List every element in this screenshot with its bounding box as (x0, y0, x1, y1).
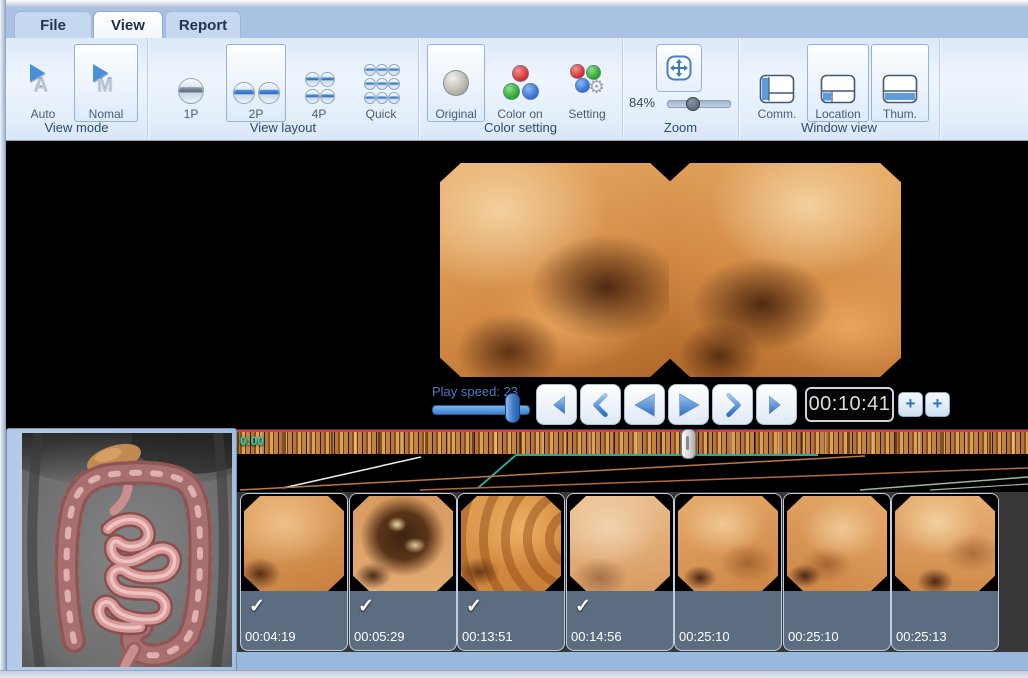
skip-end-button[interactable] (756, 384, 797, 425)
group-window-view: Comm. Location Thum. Window vi (739, 38, 940, 138)
timeline-bar[interactable]: 0:00 (237, 429, 1028, 455)
group-view-mode: A Auto M Nomal View mode (6, 38, 148, 138)
group-label-window-view: Window view (739, 120, 939, 135)
group-color-setting: Original Color on ⚙ Setting Col (419, 38, 623, 138)
thumbnail-image (244, 496, 344, 591)
check-icon: ✓ (249, 595, 265, 618)
thumbnail-card[interactable]: 00:25:10 (783, 493, 891, 651)
tab-report[interactable]: Report (165, 11, 241, 38)
comment-window-button[interactable]: Comm. (749, 44, 805, 122)
quick-view-icon (364, 64, 398, 104)
location-window-icon (820, 74, 856, 104)
tab-view[interactable]: View (93, 11, 163, 41)
thumbnail-card[interactable]: ✓ 00:13:51 (457, 493, 565, 651)
original-color-icon (436, 64, 476, 104)
group-label-view-mode: View mode (6, 120, 147, 135)
check-icon: ✓ (466, 595, 482, 618)
ribbon: A Auto M Nomal View mode 1P (6, 38, 1028, 141)
original-color-button[interactable]: Original (427, 44, 485, 122)
zoom-slider-handle[interactable] (686, 97, 700, 111)
zoom-percent: 84% (629, 95, 655, 110)
thumbnail-image (895, 496, 995, 591)
check-icon: ✓ (575, 595, 591, 618)
thumbnail-timestamp: 00:25:13 (896, 629, 947, 644)
location-window-button[interactable]: Location (807, 44, 869, 122)
bottom-strip (237, 652, 1028, 670)
color-setting-button[interactable]: ⚙ Setting (557, 44, 617, 122)
nomal-mode-button[interactable]: M Nomal (74, 44, 138, 122)
auto-play-icon: A (26, 64, 60, 104)
zoom-in-button-2[interactable]: + (925, 392, 950, 417)
play-speed-handle[interactable] (505, 393, 520, 423)
group-label-view-layout: View layout (148, 120, 418, 135)
step-forward-button[interactable] (712, 384, 753, 425)
thumbnail-card[interactable]: ✓ 00:05:29 (349, 493, 457, 651)
comment-window-icon (759, 74, 795, 104)
thumbnail-image (787, 496, 887, 591)
one-pane-icon (178, 78, 204, 104)
thumbnail-card[interactable]: 00:25:10 (674, 493, 782, 651)
tab-file[interactable]: File (14, 11, 92, 38)
window-frame-bottom (0, 670, 1028, 678)
thumbnail-image (678, 496, 778, 591)
play-backward-icon (631, 391, 659, 419)
thumbnail-timestamp: 00:25:10 (679, 629, 730, 644)
play-forward-icon (675, 391, 703, 419)
fit-zoom-button[interactable] (656, 44, 702, 92)
group-label-color-setting: Color setting (419, 120, 622, 135)
thumbnail-timestamp: 00:14:56 (571, 629, 622, 644)
skip-end-icon (764, 392, 790, 418)
thumbnail-card[interactable]: 00:25:13 (891, 493, 999, 651)
manual-play-icon: M (89, 64, 123, 104)
window-frame-left (0, 0, 6, 678)
skip-start-icon (544, 392, 570, 418)
color-on-icon (500, 64, 540, 104)
timeline-start-label: 0:00 (240, 434, 264, 448)
color-setting-icon: ⚙ (565, 64, 609, 104)
group-zoom: 84% Zoom (623, 38, 739, 138)
layout-quick-button[interactable]: Quick (350, 44, 412, 122)
group-label-zoom: Zoom (623, 120, 738, 135)
layout-2p-button[interactable]: 2P (226, 44, 286, 122)
thumbnail-timestamp: 00:04:19 (245, 629, 296, 644)
layout-4p-button[interactable]: 4P (292, 44, 346, 122)
four-pane-icon (305, 72, 333, 104)
progress-graph (237, 454, 1028, 492)
thumbnail-window-button[interactable]: Thum. (871, 44, 929, 122)
expand-arrows-icon (665, 54, 693, 82)
app-window: File View Report A Auto M Nomal View mod… (0, 0, 1028, 678)
chevron-left-icon (588, 392, 614, 418)
layout-1p-button[interactable]: 1P (164, 44, 218, 122)
group-view-layout: 1P 2P 4P (148, 38, 419, 138)
play-backward-button[interactable] (624, 384, 665, 425)
thumbnail-timestamp: 00:25:10 (788, 629, 839, 644)
check-icon: ✓ (358, 595, 374, 618)
step-back-button[interactable] (580, 384, 621, 425)
thumbnail-card[interactable]: ✓ 00:14:56 (566, 493, 674, 651)
thumbnail-timestamp: 00:13:51 (462, 629, 513, 644)
color-on-button[interactable]: Color on (487, 44, 553, 122)
ribbon-tab-bar: File View Report (6, 8, 1028, 38)
chevron-right-icon (720, 392, 746, 418)
thumbnail-image (570, 496, 670, 591)
play-forward-button[interactable] (668, 384, 709, 425)
thumbnail-card[interactable]: ✓ 00:04:19 (240, 493, 348, 651)
progress-graph-lines (237, 454, 1028, 492)
title-bar (0, 0, 1028, 8)
thumbnail-window-icon (882, 74, 918, 104)
timeline-position-marker[interactable] (681, 429, 696, 459)
skip-start-button[interactable] (536, 384, 577, 425)
two-pane-icon (233, 82, 280, 104)
endoscopy-image-right (669, 163, 901, 377)
thumbnail-image (461, 496, 561, 591)
endoscopy-image-left (440, 163, 671, 377)
anatomy-illustration (22, 433, 232, 667)
auto-mode-button[interactable]: A Auto (14, 44, 72, 122)
anatomy-location-panel[interactable] (6, 428, 237, 672)
zoom-slider[interactable] (667, 100, 731, 108)
zoom-in-button[interactable]: + (898, 392, 923, 417)
thumbnail-image (353, 496, 453, 591)
current-time-display: 00:10:41 (805, 387, 894, 422)
thumbnail-timestamp: 00:05:29 (354, 629, 405, 644)
